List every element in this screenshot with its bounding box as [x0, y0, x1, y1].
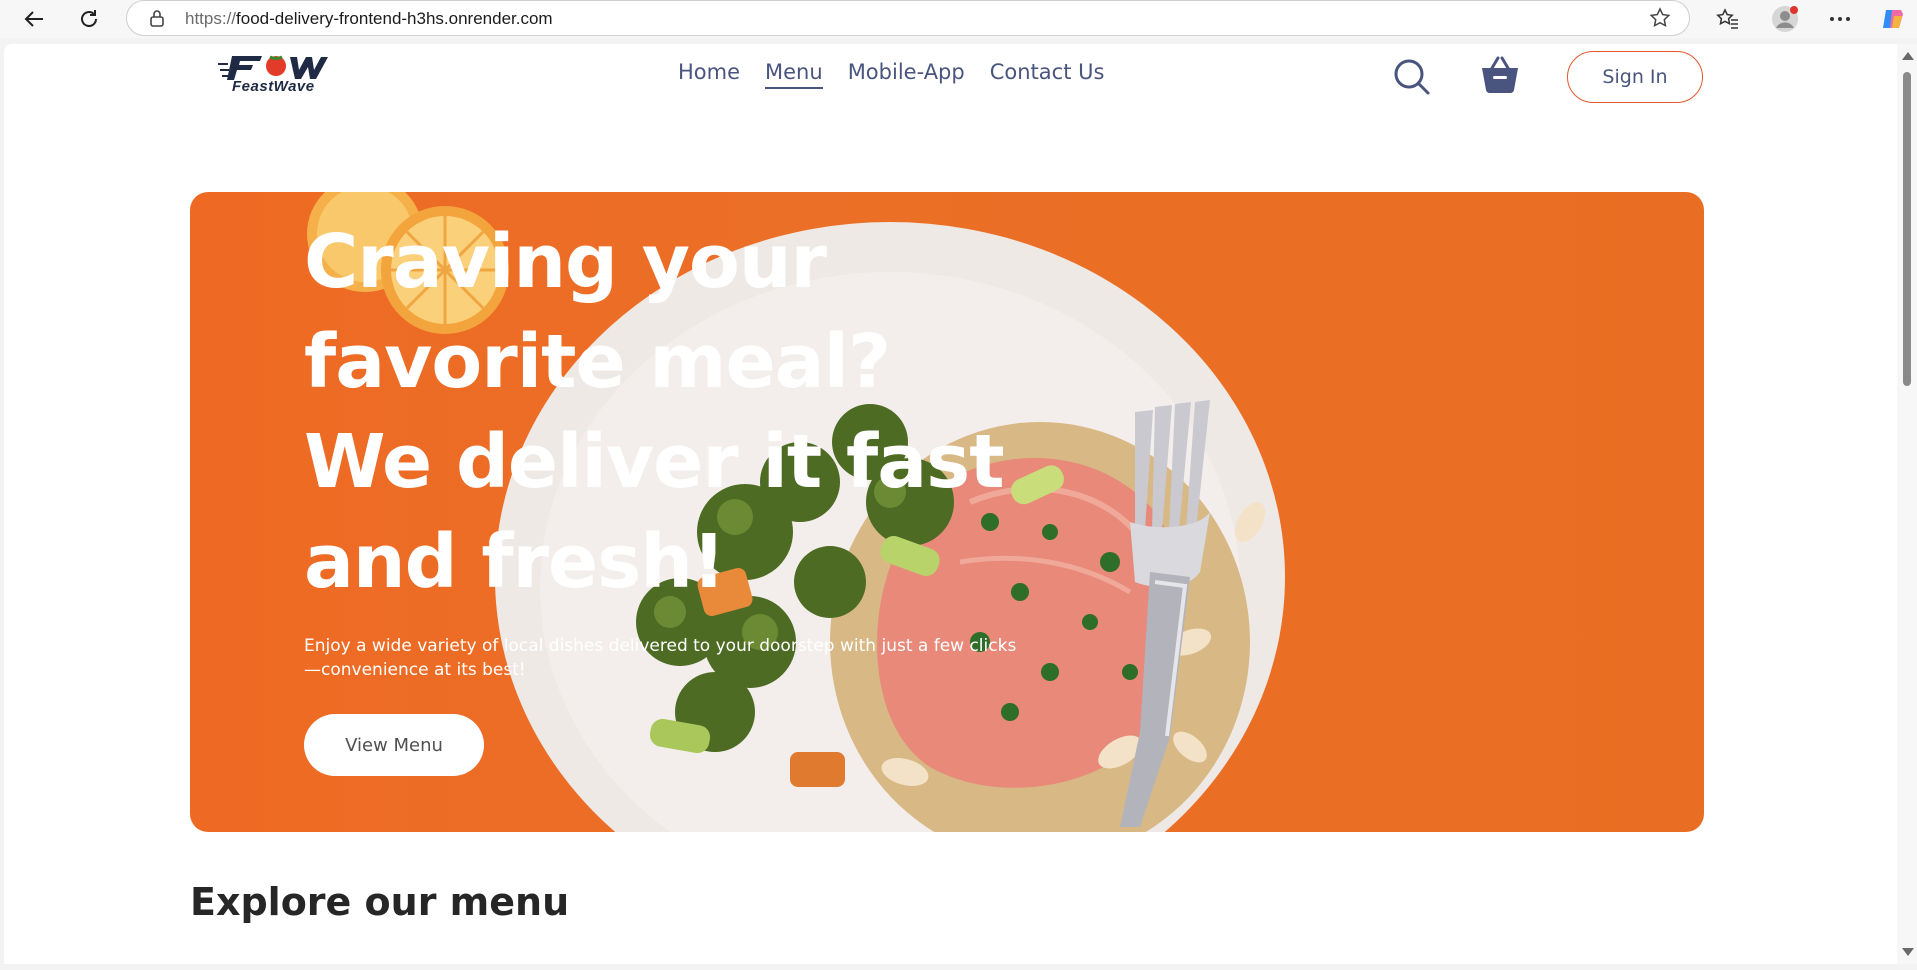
sign-in-button[interactable]: Sign In [1567, 51, 1703, 103]
view-menu-button[interactable]: View Menu [304, 714, 484, 776]
logo-name: FeastWave [232, 78, 315, 95]
address-bar[interactable]: https://food-delivery-frontend-h3hs.onre… [126, 0, 1690, 36]
browser-toolbar: https://food-delivery-frontend-h3hs.onre… [0, 0, 1917, 38]
more-options-icon[interactable] [1825, 4, 1855, 34]
favorites-icon[interactable] [1713, 4, 1743, 34]
basket-icon[interactable] [1478, 52, 1522, 100]
profile-avatar-icon[interactable] [1770, 4, 1800, 34]
nav-mobile-app[interactable]: Mobile-App [848, 60, 965, 89]
search-icon[interactable] [1392, 57, 1432, 101]
scroll-thumb[interactable] [1903, 72, 1911, 386]
explore-menu-heading: Explore our menu [190, 880, 570, 924]
main-navigation: Home Menu Mobile-App Contact Us [678, 60, 1129, 89]
nav-contact-us[interactable]: Contact Us [990, 60, 1105, 89]
hero-subtitle: Enjoy a wide variety of local dishes del… [304, 636, 1017, 680]
url-text: https://food-delivery-frontend-h3hs.onre… [185, 9, 553, 28]
copilot-icon[interactable] [1878, 4, 1908, 34]
scroll-up-arrow-icon[interactable] [1902, 52, 1914, 60]
nav-menu[interactable]: Menu [765, 60, 823, 89]
scroll-down-arrow-icon[interactable] [1902, 948, 1914, 956]
hero-banner: Craving your favorite meal? We deliver i… [190, 192, 1704, 832]
reload-icon[interactable] [74, 4, 104, 34]
nav-home[interactable]: Home [678, 60, 740, 89]
favorite-star-icon[interactable] [1649, 7, 1671, 33]
hero-title: Craving your favorite meal? We deliver i… [304, 219, 1005, 605]
lock-icon[interactable] [149, 9, 165, 31]
back-icon[interactable] [19, 4, 49, 34]
vertical-scrollbar[interactable] [1897, 44, 1917, 964]
